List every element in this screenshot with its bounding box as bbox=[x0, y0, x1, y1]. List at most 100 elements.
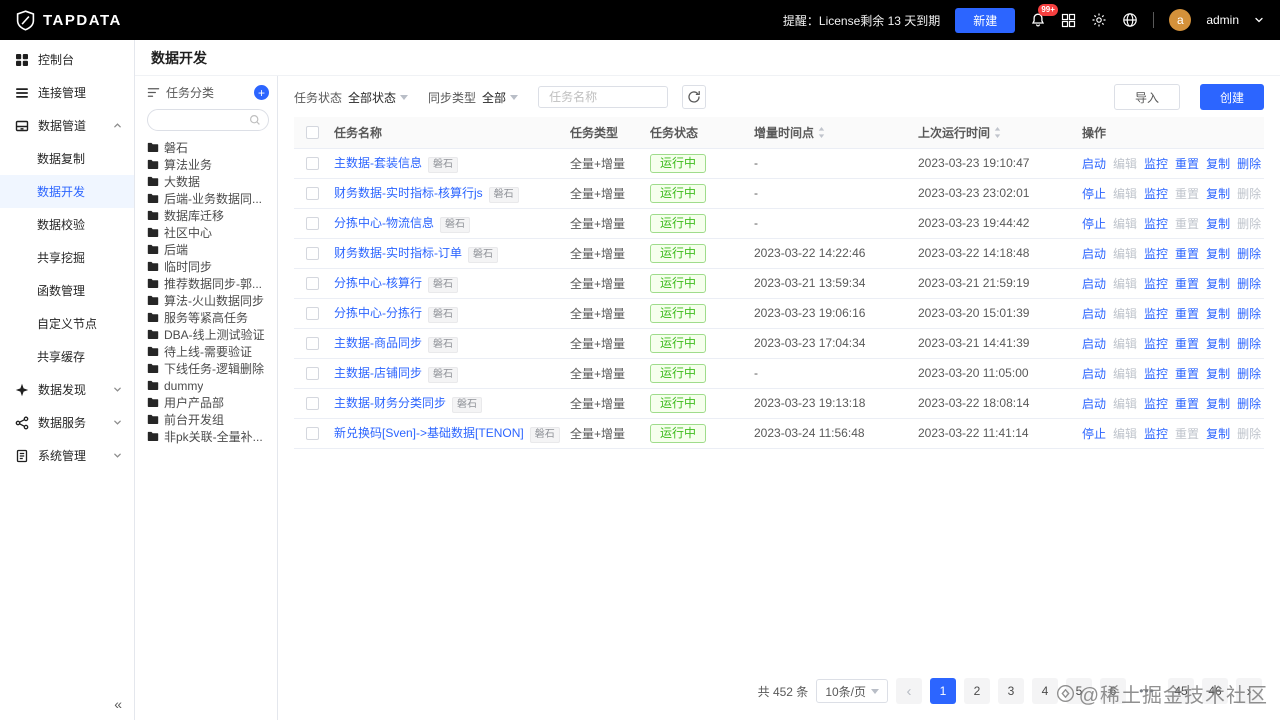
op-copy-link[interactable]: 复制 bbox=[1206, 277, 1230, 291]
sidebar-item-data-replication[interactable]: 数据复制 bbox=[0, 142, 134, 175]
op-copy-link[interactable]: 复制 bbox=[1206, 307, 1230, 321]
sync-type-filter[interactable]: 同步类型 全部 bbox=[428, 89, 519, 106]
op-delete-link[interactable]: 删除 bbox=[1237, 307, 1261, 321]
sidebar-item-console[interactable]: 控制台 bbox=[0, 43, 134, 76]
import-button[interactable]: 导入 bbox=[1113, 84, 1180, 110]
tree-item[interactable]: 前台开发组 bbox=[147, 411, 269, 428]
tree-item[interactable]: DBA-线上测试验证 bbox=[147, 326, 269, 343]
sidebar-item-data-pipeline[interactable]: 数据管道 bbox=[0, 109, 134, 142]
task-name-link[interactable]: 分拣中心-核算行 bbox=[334, 276, 422, 290]
page-button-46[interactable]: 46 bbox=[1202, 678, 1228, 704]
op-delete-link[interactable]: 删除 bbox=[1237, 157, 1261, 171]
page-button-6[interactable]: 6 bbox=[1100, 678, 1126, 704]
op-monitor-link[interactable]: 监控 bbox=[1144, 277, 1168, 291]
create-button[interactable]: 创建 bbox=[1199, 84, 1264, 110]
avatar[interactable]: a bbox=[1169, 9, 1192, 31]
op-start-link[interactable]: 启动 bbox=[1082, 397, 1106, 411]
row-checkbox[interactable] bbox=[305, 307, 319, 321]
op-delete-link[interactable]: 删除 bbox=[1237, 337, 1261, 351]
tree-item[interactable]: 服务等紧高任务 bbox=[147, 309, 269, 326]
sidebar-item-connections[interactable]: 连接管理 bbox=[0, 76, 134, 109]
sidebar-item-data-discovery[interactable]: 数据发现 bbox=[0, 373, 134, 406]
task-status-filter[interactable]: 任务状态 全部状态 bbox=[294, 89, 409, 106]
op-reset-link[interactable]: 重置 bbox=[1175, 247, 1199, 261]
op-monitor-link[interactable]: 监控 bbox=[1144, 427, 1168, 441]
row-checkbox[interactable] bbox=[305, 217, 319, 231]
tree-item[interactable]: 后端-业务数据同... bbox=[147, 190, 269, 207]
category-list-icon[interactable] bbox=[147, 86, 160, 99]
row-checkbox[interactable] bbox=[305, 157, 319, 171]
category-search[interactable] bbox=[147, 109, 269, 131]
select-all-checkbox[interactable] bbox=[305, 126, 319, 140]
op-start-link[interactable]: 启动 bbox=[1082, 307, 1106, 321]
tree-item[interactable]: 社区中心 bbox=[147, 224, 269, 241]
add-category-button[interactable]: + bbox=[254, 85, 269, 100]
task-name-link[interactable]: 主数据-店铺同步 bbox=[334, 366, 422, 380]
tree-item[interactable]: 非pk关联-全量补... bbox=[147, 428, 269, 445]
page-button-2[interactable]: 2 bbox=[964, 678, 990, 704]
sort-icon[interactable] bbox=[993, 126, 1002, 139]
task-name-link[interactable]: 主数据-商品同步 bbox=[334, 336, 422, 350]
op-copy-link[interactable]: 复制 bbox=[1206, 427, 1230, 441]
op-delete-link[interactable]: 删除 bbox=[1237, 247, 1261, 261]
task-name-link[interactable]: 分拣中心-物流信息 bbox=[334, 216, 434, 230]
sidebar-item-shared-cache[interactable]: 共享缓存 bbox=[0, 340, 134, 373]
op-copy-link[interactable]: 复制 bbox=[1206, 367, 1230, 381]
row-checkbox[interactable] bbox=[305, 397, 319, 411]
op-reset-link[interactable]: 重置 bbox=[1175, 367, 1199, 381]
sidebar-item-data-service[interactable]: 数据服务 bbox=[0, 406, 134, 439]
op-copy-link[interactable]: 复制 bbox=[1206, 187, 1230, 201]
tree-item[interactable]: 下线任务-逻辑删除 bbox=[147, 360, 269, 377]
row-checkbox[interactable] bbox=[305, 277, 319, 291]
task-name-link[interactable]: 财务数据-实时指标-核算行js bbox=[334, 186, 483, 200]
op-reset-link[interactable]: 重置 bbox=[1175, 337, 1199, 351]
tree-item[interactable]: 磐石 bbox=[147, 139, 269, 156]
op-monitor-link[interactable]: 监控 bbox=[1144, 187, 1168, 201]
sidebar-item-data-validation[interactable]: 数据校验 bbox=[0, 208, 134, 241]
op-reset-link[interactable]: 重置 bbox=[1175, 397, 1199, 411]
tree-item[interactable]: 算法业务 bbox=[147, 156, 269, 173]
page-button-5[interactable]: 5 bbox=[1066, 678, 1092, 704]
task-name-link[interactable]: 分拣中心-分拣行 bbox=[334, 306, 422, 320]
sidebar-item-system-management[interactable]: 系统管理 bbox=[0, 439, 134, 472]
op-monitor-link[interactable]: 监控 bbox=[1144, 247, 1168, 261]
row-checkbox[interactable] bbox=[305, 187, 319, 201]
task-name-link[interactable]: 主数据-财务分类同步 bbox=[334, 396, 446, 410]
tree-item[interactable]: 推荐数据同步-郭... bbox=[147, 275, 269, 292]
op-start-link[interactable]: 启动 bbox=[1082, 367, 1106, 381]
category-search-input[interactable] bbox=[155, 112, 249, 128]
op-reset-link[interactable]: 重置 bbox=[1175, 157, 1199, 171]
settings-gear-icon[interactable] bbox=[1091, 12, 1107, 28]
sidebar-item-custom-node[interactable]: 自定义节点 bbox=[0, 307, 134, 340]
sort-icon[interactable] bbox=[817, 126, 826, 139]
tree-item[interactable]: 后端 bbox=[147, 241, 269, 258]
page-button-3[interactable]: 3 bbox=[998, 678, 1024, 704]
tree-item[interactable]: 数据库迁移 bbox=[147, 207, 269, 224]
sidebar-item-function-management[interactable]: 函数管理 bbox=[0, 274, 134, 307]
op-copy-link[interactable]: 复制 bbox=[1206, 217, 1230, 231]
op-start-link[interactable]: 启动 bbox=[1082, 157, 1106, 171]
task-search-input[interactable] bbox=[547, 89, 660, 105]
page-button-1[interactable]: 1 bbox=[930, 678, 956, 704]
op-copy-link[interactable]: 复制 bbox=[1206, 337, 1230, 351]
op-reset-link[interactable]: 重置 bbox=[1175, 277, 1199, 291]
op-stop-link[interactable]: 停止 bbox=[1082, 217, 1106, 231]
page-button-45[interactable]: 45 bbox=[1168, 678, 1194, 704]
sidebar-collapse-button[interactable]: « bbox=[114, 696, 122, 712]
row-checkbox[interactable] bbox=[305, 367, 319, 381]
tree-item[interactable]: 大数据 bbox=[147, 173, 269, 190]
op-monitor-link[interactable]: 监控 bbox=[1144, 217, 1168, 231]
op-monitor-link[interactable]: 监控 bbox=[1144, 367, 1168, 381]
task-name-link[interactable]: 新兑换码[Sven]->基础数据[TENON] bbox=[334, 426, 524, 440]
user-menu-chevron-down-icon[interactable] bbox=[1254, 15, 1264, 25]
op-monitor-link[interactable]: 监控 bbox=[1144, 397, 1168, 411]
page-button-4[interactable]: 4 bbox=[1032, 678, 1058, 704]
tree-item[interactable]: dummy bbox=[147, 377, 269, 394]
task-name-link[interactable]: 财务数据-实时指标-订单 bbox=[334, 246, 462, 260]
task-name-link[interactable]: 主数据-套装信息 bbox=[334, 156, 422, 170]
apps-grid-icon[interactable] bbox=[1061, 13, 1076, 28]
op-start-link[interactable]: 启动 bbox=[1082, 247, 1106, 261]
prev-page-button[interactable]: ‹ bbox=[896, 678, 922, 704]
refresh-button[interactable] bbox=[682, 85, 707, 109]
tree-item[interactable]: 待上线-需要验证 bbox=[147, 343, 269, 360]
